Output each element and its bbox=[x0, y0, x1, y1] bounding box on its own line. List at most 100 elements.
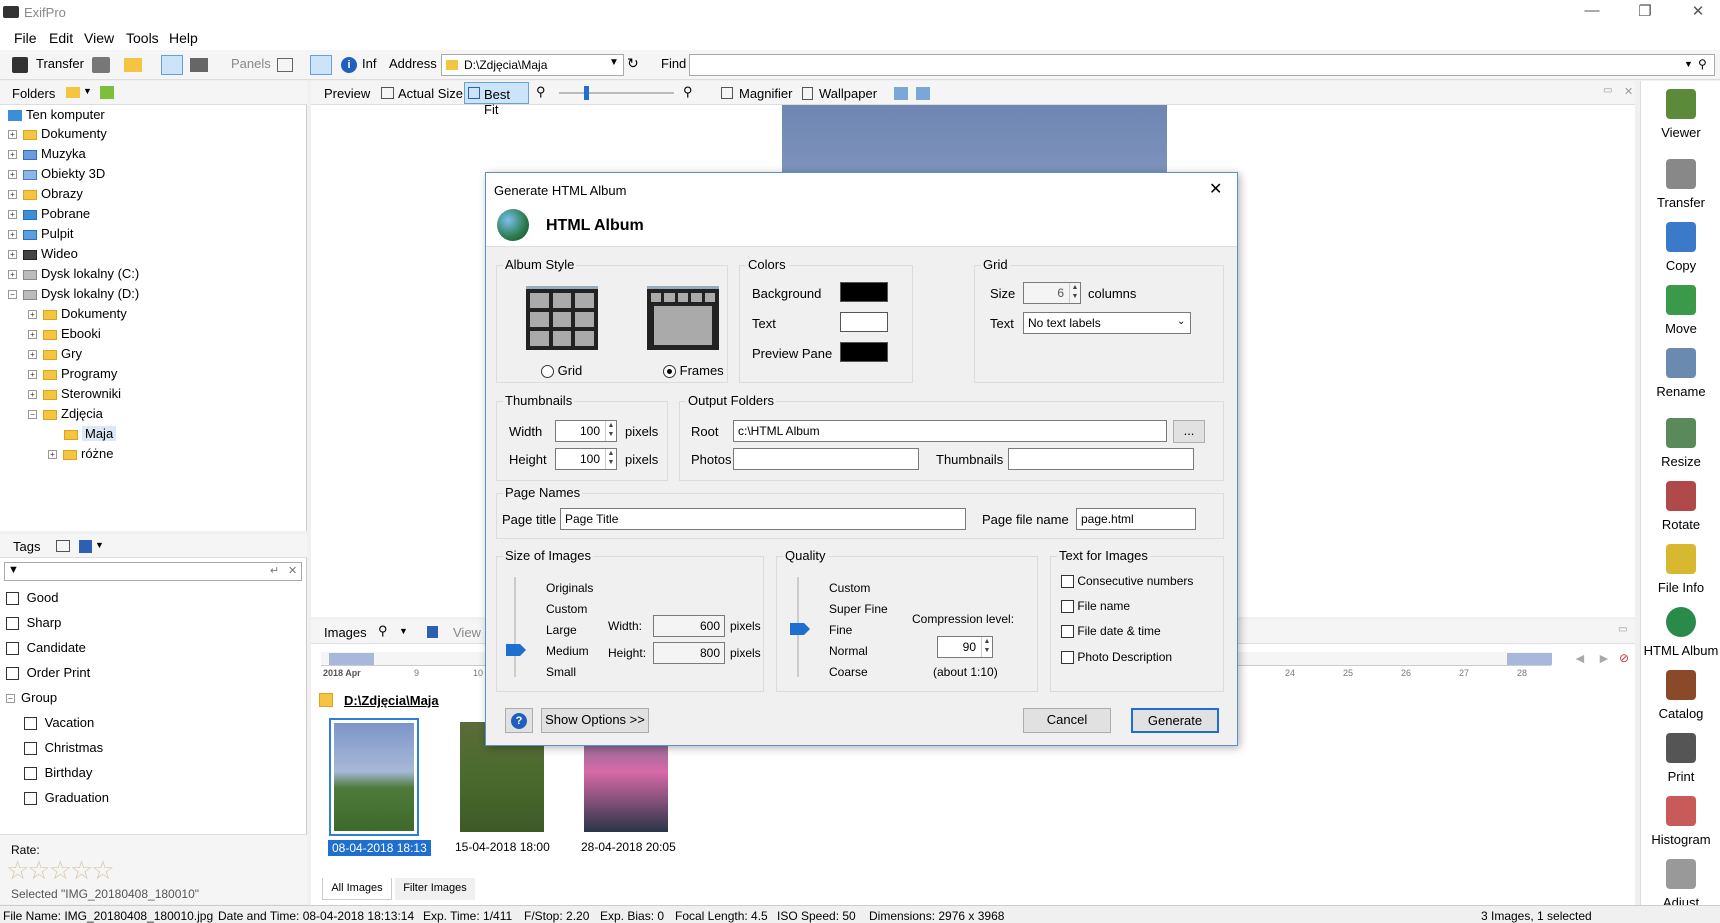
tag-item[interactable]: Graduation bbox=[24, 790, 109, 806]
close-icon[interactable]: ✕ bbox=[1683, 2, 1713, 24]
tree-item[interactable]: + Sterowniki bbox=[28, 386, 121, 401]
grid-radio[interactable]: Grid bbox=[541, 363, 582, 379]
tag-item[interactable]: Christmas bbox=[24, 740, 103, 756]
expand-icon[interactable]: + bbox=[8, 170, 17, 180]
view-label[interactable]: View bbox=[453, 625, 481, 640]
tree-item[interactable]: + Ebooki bbox=[28, 326, 101, 341]
panels-icon[interactable] bbox=[277, 58, 293, 72]
layout-icon[interactable] bbox=[190, 58, 208, 72]
expand-icon[interactable]: + bbox=[8, 230, 17, 240]
tree-item[interactable]: + Muzyka bbox=[8, 146, 86, 161]
chevron-down-icon[interactable]: ▼ bbox=[609, 57, 619, 68]
print-action[interactable]: Print bbox=[1641, 733, 1720, 784]
expand-icon[interactable]: + bbox=[8, 270, 17, 280]
rotate-left-icon[interactable] bbox=[894, 87, 908, 100]
search-icon[interactable]: ⚲ bbox=[1698, 57, 1707, 71]
help-button[interactable]: ? bbox=[505, 708, 533, 733]
page-title-input[interactable]: Page Title bbox=[560, 508, 966, 530]
up-folder-icon[interactable] bbox=[100, 86, 114, 99]
resize-action[interactable]: Resize bbox=[1641, 418, 1720, 469]
open-folder-icon[interactable] bbox=[124, 58, 142, 72]
size-option[interactable]: Small bbox=[546, 665, 576, 679]
frames-radio[interactable]: Frames bbox=[663, 363, 724, 379]
address-field[interactable]: D:\Zdjęcia\Maja ▼ bbox=[441, 54, 624, 76]
rename-action[interactable]: Rename bbox=[1641, 348, 1720, 399]
tree-item[interactable]: + Wideo bbox=[8, 246, 78, 261]
tree-item[interactable]: + Obrazy bbox=[8, 186, 83, 201]
size-height-input[interactable]: 800 bbox=[653, 642, 725, 664]
folders-toggle-icon[interactable] bbox=[161, 55, 183, 75]
file-name-checkbox[interactable] bbox=[1061, 600, 1074, 614]
tag-checkbox[interactable] bbox=[6, 642, 19, 656]
print-icon[interactable] bbox=[92, 57, 110, 73]
thumbnail-selected[interactable] bbox=[329, 718, 419, 836]
photos-input[interactable] bbox=[733, 448, 919, 470]
tag-item[interactable]: Candidate bbox=[6, 640, 86, 656]
tag-checkbox[interactable] bbox=[6, 617, 19, 631]
actual-size-button[interactable]: Actual Size bbox=[398, 86, 463, 101]
close-icon[interactable]: ✕ bbox=[1209, 179, 1222, 199]
file-info-action[interactable]: File Info bbox=[1641, 544, 1720, 595]
tag-group[interactable]: − Group bbox=[6, 690, 57, 705]
move-action[interactable]: Move bbox=[1641, 285, 1720, 336]
folder-path[interactable]: D:\Zdjęcia\Maja bbox=[344, 693, 439, 708]
histogram-action[interactable]: Histogram bbox=[1641, 796, 1720, 847]
expand-icon[interactable]: + bbox=[8, 130, 17, 140]
zoom-in-icon[interactable]: ⚲ bbox=[683, 84, 693, 100]
magnifier-icon[interactable] bbox=[721, 87, 733, 99]
size-option[interactable]: Custom bbox=[546, 602, 587, 616]
find-dropdown-icon[interactable]: ▼ bbox=[1684, 59, 1693, 69]
size-option[interactable]: Large bbox=[546, 623, 577, 637]
transfer-action[interactable]: Transfer bbox=[1641, 159, 1720, 210]
show-options-button[interactable]: Show Options >> bbox=[541, 708, 649, 733]
rating-stars[interactable]: ☆☆☆☆☆ bbox=[6, 855, 115, 886]
tag-checkbox[interactable] bbox=[24, 742, 37, 756]
restore-icon[interactable]: ❐ bbox=[1630, 2, 1660, 24]
wallpaper-icon[interactable] bbox=[802, 87, 813, 100]
tree-item[interactable]: + Pulpit bbox=[8, 226, 74, 241]
tree-item[interactable]: + Dysk lokalny (C:) bbox=[8, 266, 139, 281]
tag-item[interactable]: Sharp bbox=[6, 615, 61, 631]
prev-arrow-icon[interactable]: ◄ bbox=[1573, 650, 1587, 666]
frames-style-icon[interactable] bbox=[647, 286, 719, 350]
chevron-down-icon[interactable]: ⌄ bbox=[1177, 316, 1185, 327]
menu-help[interactable]: Help bbox=[169, 30, 198, 46]
consecutive-numbers-option[interactable]: Consecutive numbers bbox=[1061, 574, 1193, 589]
tab-all-images[interactable]: All Images bbox=[322, 878, 392, 900]
tree-item[interactable]: + Gry bbox=[28, 346, 82, 361]
size-option-selected[interactable]: Medium bbox=[546, 644, 589, 658]
thumb-width-spinner[interactable]: ▲ ▼ bbox=[605, 421, 616, 441]
size-option[interactable]: Originals bbox=[546, 581, 593, 595]
generate-button[interactable]: Generate bbox=[1131, 708, 1219, 733]
grid-text-select[interactable]: No text labels bbox=[1023, 312, 1191, 334]
tree-item[interactable]: − Dysk lokalny (D:) bbox=[8, 286, 139, 301]
expand-icon[interactable]: + bbox=[28, 370, 37, 380]
expand-icon[interactable]: + bbox=[28, 390, 37, 400]
clear-icon[interactable]: ✕ bbox=[288, 564, 297, 577]
catalog-action[interactable]: Catalog bbox=[1641, 670, 1720, 721]
grid-size-spinner[interactable]: ▲ ▼ bbox=[1069, 283, 1080, 303]
find-input[interactable]: ▼ ⚲ bbox=[689, 54, 1715, 76]
tag-item[interactable]: Vacation bbox=[24, 715, 94, 731]
tree-item[interactable]: Ten komputer bbox=[8, 107, 105, 122]
grid-radio-button[interactable] bbox=[541, 365, 554, 379]
page-file-name-input[interactable]: page.html bbox=[1076, 508, 1196, 530]
close-pane-icon[interactable]: ✕ bbox=[1624, 85, 1633, 98]
zoom-out-icon[interactable]: ⚲ bbox=[536, 84, 546, 100]
collapse-icon[interactable]: − bbox=[6, 694, 15, 704]
expand-icon[interactable]: + bbox=[8, 210, 17, 220]
adjust-action[interactable]: Adjust bbox=[1641, 859, 1720, 910]
cancel-button[interactable]: Cancel bbox=[1023, 708, 1111, 733]
tree-item[interactable]: + Obiekty 3D bbox=[8, 166, 105, 181]
actual-size-icon[interactable] bbox=[381, 87, 394, 99]
tab-filter-images[interactable]: Filter Images bbox=[395, 878, 475, 900]
tree-item[interactable]: + Dokumenty bbox=[8, 126, 107, 141]
expand-icon[interactable]: + bbox=[8, 190, 17, 200]
minimize-icon[interactable]: — bbox=[1577, 2, 1607, 24]
transfer-button[interactable]: Transfer bbox=[36, 56, 84, 71]
collapse-icon[interactable]: − bbox=[28, 410, 37, 420]
tree-item[interactable]: + Pobrane bbox=[8, 206, 90, 221]
browse-button[interactable]: ... bbox=[1173, 420, 1205, 443]
background-color-swatch[interactable] bbox=[840, 282, 888, 302]
thumbnails-folder-input[interactable] bbox=[1008, 448, 1194, 470]
